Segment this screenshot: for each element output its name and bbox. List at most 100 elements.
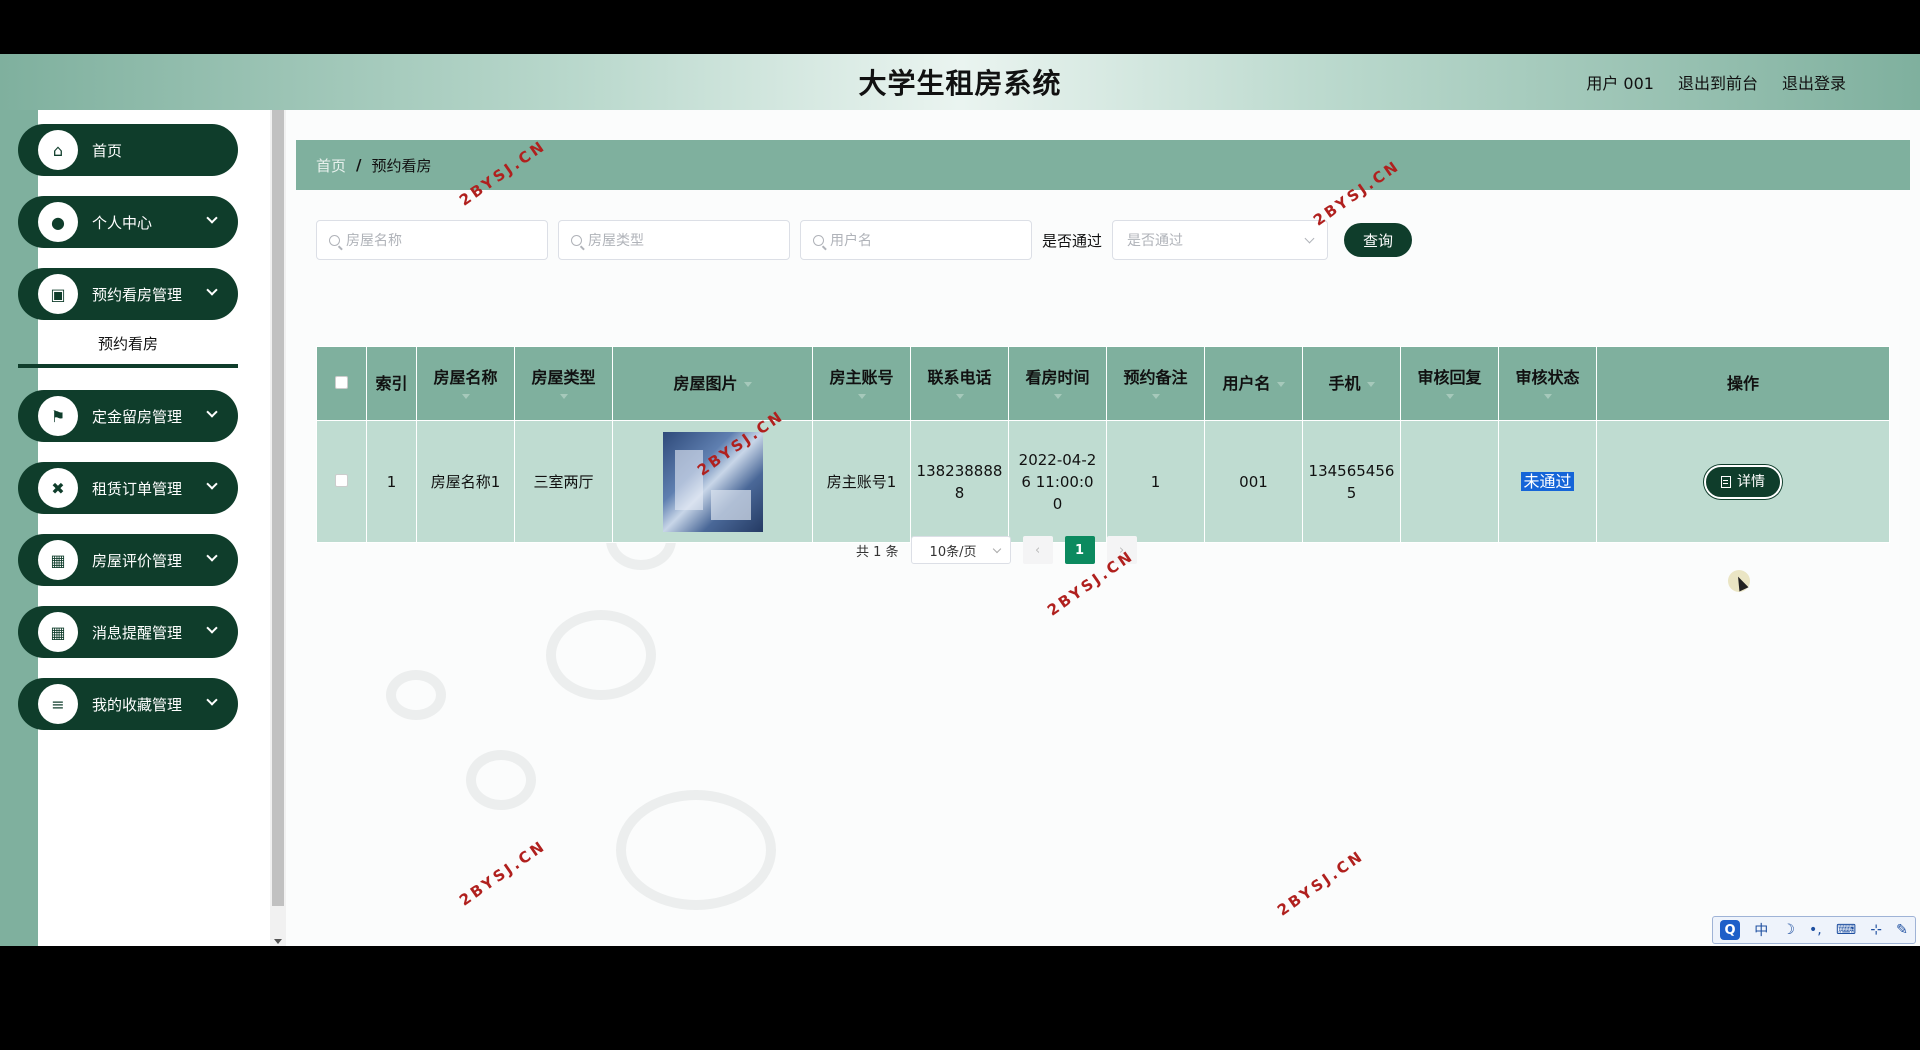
sidebar-item-label: 消息提醒管理 <box>92 623 183 642</box>
column-header[interactable]: 房屋图片 <box>612 346 813 421</box>
sidebar-item-home[interactable]: ⌂ 首页 <box>18 124 238 176</box>
column-header-label: 房屋类型 <box>531 368 596 387</box>
search-icon <box>571 234 582 246</box>
view-time-line-2: 6 11:00:0 <box>1021 472 1094 491</box>
sort-icon[interactable] <box>955 394 964 399</box>
detail-button-label: 详情 <box>1737 473 1765 490</box>
grid-icon: ▦ <box>38 540 78 580</box>
sidebar-item-favorites[interactable]: ≡ 我的收藏管理 <box>18 678 238 730</box>
background-decoration <box>616 790 776 910</box>
sidebar-subitem-viewing[interactable]: 预约看房 <box>18 322 238 368</box>
pagination: 共 1 条 10条/页 ‹ 1 › <box>856 536 1137 564</box>
breadcrumb-home[interactable]: 首页 <box>316 155 346 176</box>
passed-filter-label: 是否通过 <box>1042 231 1103 250</box>
view-time-line-3: 0 <box>1052 494 1063 513</box>
sort-icon[interactable] <box>743 381 752 387</box>
query-button[interactable]: 查询 <box>1344 223 1413 257</box>
column-header-label: 用户名 <box>1222 373 1271 393</box>
column-header-label: 索引 <box>375 373 408 393</box>
cell-phone: 138238888 8 <box>910 420 1009 543</box>
chevron-down-icon <box>206 478 218 490</box>
prev-page-button[interactable]: ‹ <box>1022 536 1053 564</box>
moon-icon[interactable]: ☽ <box>1782 922 1795 938</box>
sort-icon[interactable] <box>1366 381 1375 387</box>
cell-review-status: 未通过 <box>1498 420 1597 543</box>
chevron-down-icon <box>206 550 218 562</box>
column-header[interactable]: 预约备注 <box>1106 346 1205 421</box>
punctuation-icon[interactable]: •, <box>1809 922 1822 938</box>
column-header[interactable]: 审核回复 <box>1400 346 1499 421</box>
breadcrumb-separator: / <box>356 156 362 174</box>
main-content: 首页 / 预约看房 房屋名称 房屋类型 用户名 是否通过 是否通过 查询 索引 … <box>286 110 1920 946</box>
breadcrumb-current: 预约看房 <box>371 156 432 175</box>
column-header[interactable]: 房屋类型 <box>514 346 613 421</box>
keyboard-icon[interactable]: ⌨ <box>1836 922 1856 938</box>
sort-icon[interactable] <box>1543 394 1552 399</box>
sidebar-item-label: 房屋评价管理 <box>92 551 183 570</box>
top-header: 大学生租房系统 用户 001 退出到前台 退出登录 <box>0 54 1920 110</box>
wrench-icon[interactable]: ✎ <box>1896 922 1908 938</box>
column-header[interactable]: 联系电话 <box>910 346 1009 421</box>
search-icon <box>329 234 340 246</box>
mobile-line-1: 134565456 <box>1308 461 1395 480</box>
cell-review-reply <box>1400 420 1499 543</box>
detail-button[interactable]: 详情 <box>1704 464 1782 499</box>
sort-icon[interactable] <box>461 394 470 399</box>
scrollbar-thumb[interactable] <box>272 110 284 906</box>
logout-link[interactable]: 退出登录 <box>1782 70 1846 94</box>
sort-icon[interactable] <box>857 394 866 399</box>
column-header-label: 审核回复 <box>1417 368 1482 387</box>
sidebar-item-house-reviews[interactable]: ▦ 房屋评价管理 <box>18 534 238 586</box>
sort-icon[interactable] <box>1445 394 1454 399</box>
sidebar-item-viewing-management[interactable]: ▣ 预约看房管理 <box>18 268 238 320</box>
sidebar-item-rental-orders[interactable]: ✖ 租赁订单管理 <box>18 462 238 514</box>
column-header-label: 手机 <box>1328 373 1361 393</box>
column-header[interactable]: 看房时间 <box>1008 346 1107 421</box>
search-icon <box>813 234 824 246</box>
column-header[interactable]: 房主账号 <box>812 346 911 421</box>
sidebar-scrollbar[interactable] <box>270 110 286 946</box>
column-header-label: 房主账号 <box>829 368 894 387</box>
pin-icon[interactable]: ⊹ <box>1870 922 1882 938</box>
select-all-checkbox[interactable] <box>335 375 348 389</box>
cell-note: 1 <box>1106 420 1205 543</box>
sort-icon[interactable] <box>1151 394 1160 399</box>
row-checkbox[interactable] <box>335 473 348 487</box>
review-status-text: 未通过 <box>1521 471 1574 491</box>
username-input[interactable]: 用户名 <box>800 220 1032 260</box>
data-table: 索引 房屋名称 房屋类型 房屋图片 房主账号 联系电话 看房时间 预约备注 用户… <box>316 346 1890 543</box>
column-header[interactable]: 手机 <box>1302 346 1401 421</box>
table-row: 1 房屋名称1 三室两厅 房主账号1 138238888 8 2022-04-2 6… <box>316 420 1890 543</box>
column-header: 操作 <box>1596 346 1890 421</box>
sort-icon[interactable] <box>559 394 568 399</box>
sort-icon[interactable] <box>1053 394 1062 399</box>
chevron-down-icon <box>992 544 1001 554</box>
ime-mode[interactable]: 中 <box>1754 920 1768 940</box>
column-header[interactable]: 审核状态 <box>1498 346 1597 421</box>
sidebar-item-label: 首页 <box>92 141 123 160</box>
house-type-input[interactable]: 房屋类型 <box>558 220 790 260</box>
sidebar-item-messages[interactable]: ▦ 消息提醒管理 <box>18 606 238 658</box>
cell-house-name: 房屋名称1 <box>416 420 515 543</box>
column-header: 索引 <box>366 346 417 421</box>
home-icon: ⌂ <box>38 130 78 170</box>
scroll-down-arrow-icon[interactable] <box>274 939 282 944</box>
column-header[interactable]: 房屋名称 <box>416 346 515 421</box>
house-name-input[interactable]: 房屋名称 <box>316 220 548 260</box>
sidebar-item-deposit-management[interactable]: ⚑ 定金留房管理 <box>18 390 238 442</box>
page-size-select[interactable]: 10条/页 <box>910 536 1011 564</box>
user-icon: ● <box>38 202 78 242</box>
column-header-label: 房屋图片 <box>673 373 738 393</box>
sort-icon[interactable] <box>1276 381 1285 387</box>
header-actions: 用户 001 退出到前台 退出登录 <box>1586 70 1846 94</box>
passed-filter-select[interactable]: 是否通过 <box>1112 220 1329 260</box>
mobile-line-2: 5 <box>1346 483 1357 502</box>
sidebar-item-personal-center[interactable]: ● 个人中心 <box>18 196 238 248</box>
back-to-front-link[interactable]: 退出到前台 <box>1678 70 1758 94</box>
ime-toolbar[interactable]: Q 中 ☽ •, ⌨ ⊹ ✎ <box>1712 916 1916 944</box>
column-header[interactable]: 用户名 <box>1204 346 1303 421</box>
background-decoration <box>386 670 446 720</box>
app-window: 大学生租房系统 用户 001 退出到前台 退出登录 ⌂ 首页 ● 个人中心 ▣ … <box>0 54 1920 946</box>
background-decoration <box>546 610 656 700</box>
page-number-button[interactable]: 1 <box>1064 536 1095 564</box>
